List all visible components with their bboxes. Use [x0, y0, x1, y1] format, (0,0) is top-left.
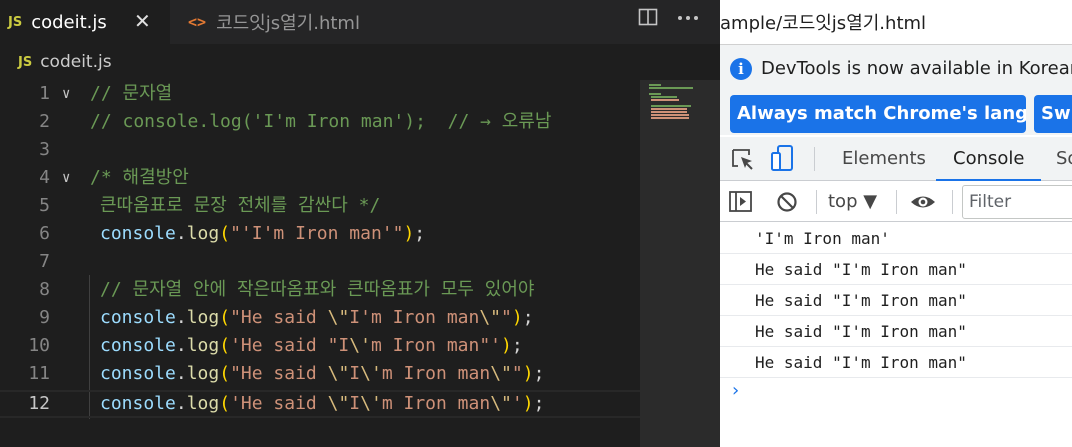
code-text: console.log("He said \"I\'m Iron man\"")…: [100, 363, 545, 384]
code-text: 큰따옴표로 문장 전체를 감싼다 */: [100, 195, 381, 216]
code-text: /* 해결방안: [90, 167, 189, 188]
minimap-slider[interactable]: [641, 80, 720, 447]
browser-window: ample/코드잇js열기.html i DevTools is now ava…: [720, 0, 1072, 447]
context-select[interactable]: top ▼: [828, 182, 877, 222]
console-message: He said "I'm Iron man": [720, 285, 1072, 316]
line-number: 6: [39, 223, 50, 244]
code-line[interactable]: 7: [0, 248, 640, 276]
code-text: // 문자열: [90, 83, 173, 104]
inspect-element-icon[interactable]: [730, 137, 756, 181]
infobar-message: DevTools is now available in Korean!: [761, 58, 1072, 79]
code-line[interactable]: 4 ∨ /* 해결방안: [0, 164, 640, 192]
code-line-current[interactable]: 12 console.log('He said \"I\'m Iron man\…: [0, 390, 640, 418]
tab-elements[interactable]: Elements: [842, 137, 926, 181]
line-number: 10: [28, 335, 50, 356]
code-line[interactable]: 5 큰따옴표로 문장 전체를 감싼다 */: [0, 192, 640, 220]
chevron-down-icon[interactable]: ∨: [62, 164, 70, 192]
more-actions-icon[interactable]: [677, 7, 699, 32]
tab-console[interactable]: Console: [936, 137, 1042, 181]
code-line[interactable]: 6 console.log("'I'm Iron man'");: [0, 220, 640, 248]
code-line[interactable]: 10 console.log('He said "I\'m Iron man"'…: [0, 332, 640, 360]
tab-sources[interactable]: So: [1056, 137, 1072, 181]
devtools-tab-bar: Elements Console So: [720, 137, 1072, 181]
line-number: 1: [39, 83, 50, 104]
code-text: // console.log('I'm Iron man'); // → 오류남: [90, 111, 552, 132]
tab-html-file[interactable]: <> 코드잇js열기.html: [170, 0, 400, 44]
console-message: 'I'm Iron man': [720, 223, 1072, 254]
line-number: 7: [39, 251, 50, 272]
js-file-icon: JS: [18, 54, 33, 70]
divider: [896, 190, 897, 214]
code-text: // 문자열 안에 작은따옴표와 큰따옴표가 모두 있어야: [100, 279, 535, 300]
minimap[interactable]: [640, 80, 720, 447]
html-file-icon: <>: [188, 13, 207, 31]
chevron-down-icon[interactable]: ∨: [62, 80, 70, 108]
line-number: 2: [39, 111, 50, 132]
tab-label: 코드잇js열기.html: [216, 13, 360, 34]
breadcrumb-file[interactable]: codeit.js: [40, 52, 111, 72]
code-text: console.log("'I'm Iron man'");: [100, 223, 426, 244]
always-match-language-button[interactable]: Always match Chrome's language: [730, 95, 1026, 133]
code-line[interactable]: 9 console.log("He said \"I'm Iron man\""…: [0, 304, 640, 332]
close-icon[interactable]: ✕: [134, 9, 151, 33]
code-area[interactable]: 1 ∨ // 문자열 2 // console.log('I'm Iron ma…: [0, 80, 640, 447]
split-editor-icon[interactable]: [638, 7, 658, 32]
line-number: 4: [39, 167, 50, 188]
device-toolbar-icon[interactable]: [770, 137, 796, 181]
code-text: console.log("He said \"I'm Iron man\"");: [100, 307, 534, 328]
console-message: He said "I'm Iron man": [720, 254, 1072, 285]
tab-codeit-js[interactable]: JS codeit.js ✕: [0, 0, 170, 44]
console-message: He said "I'm Iron man": [720, 316, 1072, 347]
line-number: 3: [39, 139, 50, 160]
code-line[interactable]: 8 // 문자열 안에 작은따옴표와 큰따옴표가 모두 있어야: [0, 276, 640, 304]
console-prompt[interactable]: ›: [732, 380, 739, 401]
code-line[interactable]: 11 console.log("He said \"I\'m Iron man\…: [0, 360, 640, 388]
divider: [816, 190, 817, 214]
tab-label: codeit.js: [31, 11, 107, 33]
js-file-icon: JS: [8, 14, 23, 30]
code-text: console.log('He said "I\'m Iron man"');: [100, 335, 523, 356]
breadcrumb[interactable]: JS codeit.js: [0, 44, 640, 80]
divider: [814, 147, 815, 171]
code-editor: JS codeit.js ✕ <> 코드잇js열기.html JS codeit…: [0, 0, 720, 447]
clear-console-icon[interactable]: [776, 182, 800, 222]
editor-tab-bar: JS codeit.js ✕ <> 코드잇js열기.html: [0, 0, 720, 44]
filter-field[interactable]: [962, 185, 1072, 219]
switch-language-button[interactable]: Swit: [1034, 95, 1072, 133]
line-number: 5: [39, 195, 50, 216]
code-line[interactable]: 1 ∨ // 문자열: [0, 80, 640, 108]
code-line[interactable]: 2 // console.log('I'm Iron man'); // → 오…: [0, 108, 640, 136]
line-number: 12: [28, 393, 50, 414]
console-message: He said "I'm Iron man": [720, 347, 1072, 378]
filter-input[interactable]: [963, 186, 1072, 218]
eye-icon[interactable]: [910, 182, 936, 222]
console-output: 'I'm Iron man' He said "I'm Iron man" He…: [720, 223, 1072, 447]
divider: [952, 190, 953, 214]
info-icon: i: [730, 58, 752, 80]
code-text: console.log('He said \"I\'m Iron man\"')…: [100, 393, 545, 414]
line-number: 8: [39, 279, 50, 300]
address-bar[interactable]: ample/코드잇js열기.html: [720, 0, 1072, 44]
console-toolbar: top ▼: [720, 182, 1072, 222]
sidebar-toggle-icon[interactable]: [728, 182, 754, 222]
line-number: 11: [28, 363, 50, 384]
devtools-language-infobar: i DevTools is now available in Korean! A…: [720, 45, 1072, 135]
code-line[interactable]: 3: [0, 136, 640, 164]
line-number: 9: [39, 307, 50, 328]
